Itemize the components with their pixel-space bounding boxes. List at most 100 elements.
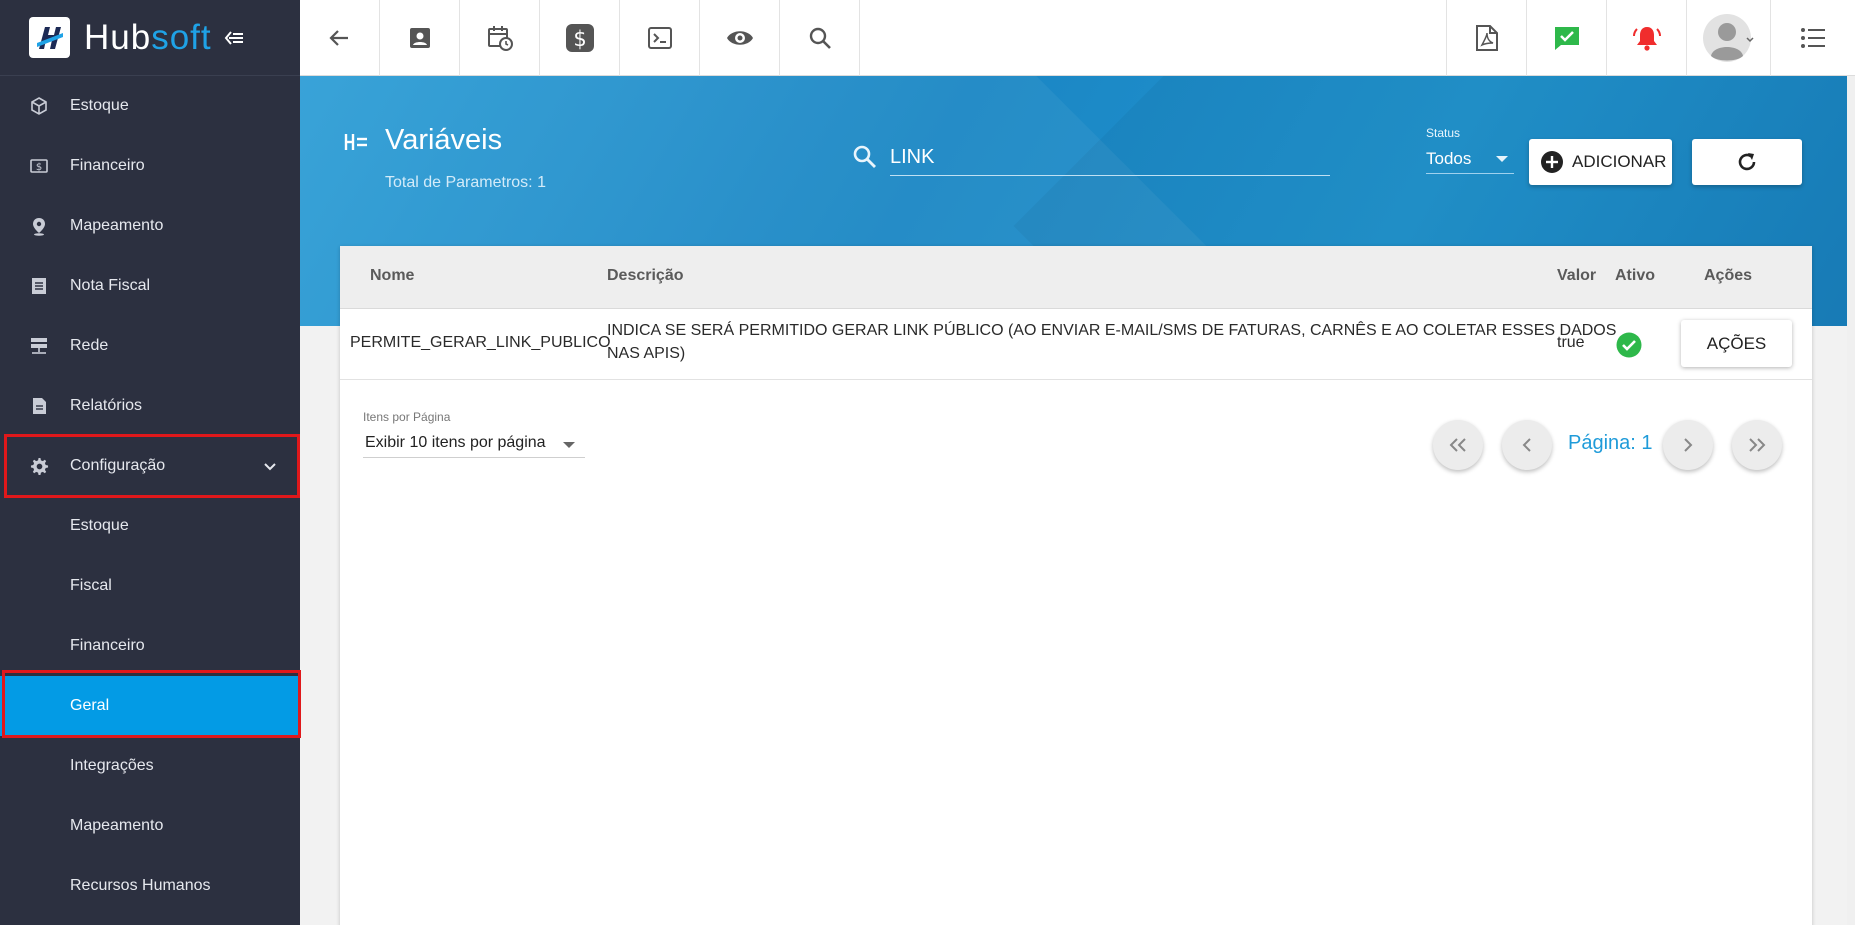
contact-card-icon <box>409 28 430 48</box>
chevron-right-icon <box>1684 438 1693 452</box>
search-icon <box>809 27 831 49</box>
messages-button[interactable] <box>1526 0 1606 76</box>
list-menu-button[interactable] <box>1770 0 1855 76</box>
refresh-icon <box>1738 153 1756 171</box>
contact-button[interactable] <box>380 0 460 76</box>
add-button[interactable]: ADICIONAR <box>1529 139 1672 185</box>
sidebar-subitem-label: Integrações <box>70 757 154 774</box>
sidebar-subitem-label: Recursos Humanos <box>70 877 211 894</box>
actions-button[interactable]: AÇÕES <box>1681 320 1792 367</box>
avatar <box>1702 14 1754 62</box>
search-box <box>852 136 1332 182</box>
sidebar-subitem-geral[interactable]: Geral <box>0 676 300 736</box>
sidebar-item-label: Configuração <box>70 457 166 474</box>
row-descricao-line2: NAS APIS) <box>607 345 686 362</box>
brand-part2: soft <box>151 17 212 57</box>
sidebar-item-financeiro[interactable]: $ Financeiro <box>0 136 300 196</box>
dropdown-caret-icon <box>1496 156 1508 162</box>
row-valor: true <box>1557 334 1585 351</box>
view-button[interactable] <box>700 0 780 76</box>
sidebar-item-label: Rede <box>70 337 109 354</box>
sidebar-subitem-label: Mapeamento <box>70 817 164 834</box>
pdf-button[interactable] <box>1446 0 1526 76</box>
report-icon <box>29 396 49 416</box>
sidebar-subitem-integracoes[interactable]: Integrações <box>0 736 300 796</box>
alerts-button[interactable] <box>1606 0 1686 76</box>
collapse-menu-icon[interactable] <box>223 27 245 49</box>
search-icon <box>853 145 876 168</box>
sidebar-item-nota-fiscal[interactable]: Nota Fiscal <box>0 256 300 316</box>
receipt-icon <box>29 276 49 296</box>
sidebar-item-label: Estoque <box>70 97 129 114</box>
status-label: Status <box>1426 126 1461 140</box>
items-per-page-label: Itens por Página <box>363 410 451 424</box>
sidebar-subitem-label: Financeiro <box>70 637 145 654</box>
scrollbar[interactable] <box>1847 76 1855 925</box>
variables-card: Nome Descrição Valor Ativo Ações PERMITE… <box>340 246 1812 925</box>
chevron-down-icon <box>264 463 276 471</box>
sidebar-subitem-recursos-humanos[interactable]: Recursos Humanos <box>0 856 300 916</box>
app: Hubsoft Estoque $ Financeiro Mapeamento … <box>0 0 1855 925</box>
sidebar-subitem-label: Estoque <box>70 517 129 534</box>
sidebar-subitem-mapeamento[interactable]: Mapeamento <box>0 796 300 856</box>
sidebar-item-label: Nota Fiscal <box>70 277 151 294</box>
sidebar-subitem-financeiro[interactable]: Financeiro <box>0 616 300 676</box>
sidebar-item-label: Mapeamento <box>70 217 164 234</box>
column-header-nome[interactable]: Nome <box>370 267 414 285</box>
items-per-page-value: Exibir 10 itens por página <box>365 434 546 451</box>
chevron-left-icon <box>1522 438 1531 452</box>
back-button[interactable] <box>300 0 380 76</box>
sidebar-subitem-fiscal[interactable]: Fiscal <box>0 556 300 616</box>
items-per-page-select[interactable]: Exibir 10 itens por página <box>363 426 585 458</box>
sidebar-item-relatorios[interactable]: Relatórios <box>0 376 300 436</box>
hubsoft-logo-icon[interactable] <box>29 17 70 58</box>
sidebar-item-estoque[interactable]: Estoque <box>0 76 300 136</box>
sidebar-item-label: Relatórios <box>70 397 143 414</box>
column-header-ativo[interactable]: Ativo <box>1615 267 1655 285</box>
sidebar-item-label: Financeiro <box>70 157 145 174</box>
terminal-icon <box>647 27 672 49</box>
first-page-button[interactable] <box>1433 420 1483 470</box>
add-button-label: ADICIONAR <box>1572 152 1667 171</box>
table-header: Nome Descrição Valor Ativo Ações <box>340 246 1812 309</box>
arrow-left-icon <box>328 30 348 46</box>
total-parameters: Total de Parametros: 1 <box>385 174 546 191</box>
eye-icon <box>726 31 753 45</box>
user-menu-button[interactable] <box>1686 0 1770 76</box>
double-chevron-left-icon <box>1449 438 1466 452</box>
billing-button[interactable]: $ <box>540 0 620 76</box>
dropdown-caret-icon <box>563 442 575 448</box>
column-header-valor[interactable]: Valor <box>1557 267 1596 285</box>
sidebar: Hubsoft Estoque $ Financeiro Mapeamento … <box>0 0 301 925</box>
previous-page-button[interactable] <box>1502 420 1552 470</box>
next-page-button[interactable] <box>1663 420 1713 470</box>
double-chevron-right-icon <box>1749 438 1766 452</box>
sidebar-subitem-label: Fiscal <box>70 577 112 594</box>
svg-text:$: $ <box>573 27 586 51</box>
brand-name: Hubsoft <box>84 18 212 58</box>
column-header-acoes: Ações <box>1704 267 1753 284</box>
sidebar-subitem-estoque[interactable]: Estoque <box>0 496 300 556</box>
schedule-button[interactable] <box>460 0 540 76</box>
sidebar-item-configuracao[interactable]: Configuração <box>0 436 300 496</box>
row-nome: PERMITE_GERAR_LINK_PUBLICO <box>350 334 611 351</box>
terminal-button[interactable] <box>620 0 700 76</box>
box-icon <box>29 96 49 116</box>
current-page: Página: 1 <box>1568 432 1653 454</box>
row-descricao-line1: INDICA SE SERÁ PERMITIDO GERAR LINK PÚBL… <box>607 322 1617 339</box>
brand-part1: Hub <box>84 17 152 57</box>
network-icon <box>29 336 49 356</box>
last-page-button[interactable] <box>1732 420 1782 470</box>
money-icon: $ <box>29 156 49 176</box>
sidebar-item-mapeamento[interactable]: Mapeamento <box>0 196 300 256</box>
column-header-descricao[interactable]: Descrição <box>607 267 684 285</box>
topbar: $ <box>300 0 1855 76</box>
sidebar-item-rede[interactable]: Rede <box>0 316 300 376</box>
refresh-button[interactable] <box>1692 139 1802 185</box>
search-button[interactable] <box>780 0 860 76</box>
bell-alert-icon <box>1632 27 1661 51</box>
brand: Hubsoft <box>0 0 300 76</box>
search-input[interactable] <box>890 136 1330 176</box>
table-row[interactable]: PERMITE_GERAR_LINK_PUBLICO INDICA SE SER… <box>340 309 1812 380</box>
status-select[interactable]: Todos <box>1426 142 1514 174</box>
